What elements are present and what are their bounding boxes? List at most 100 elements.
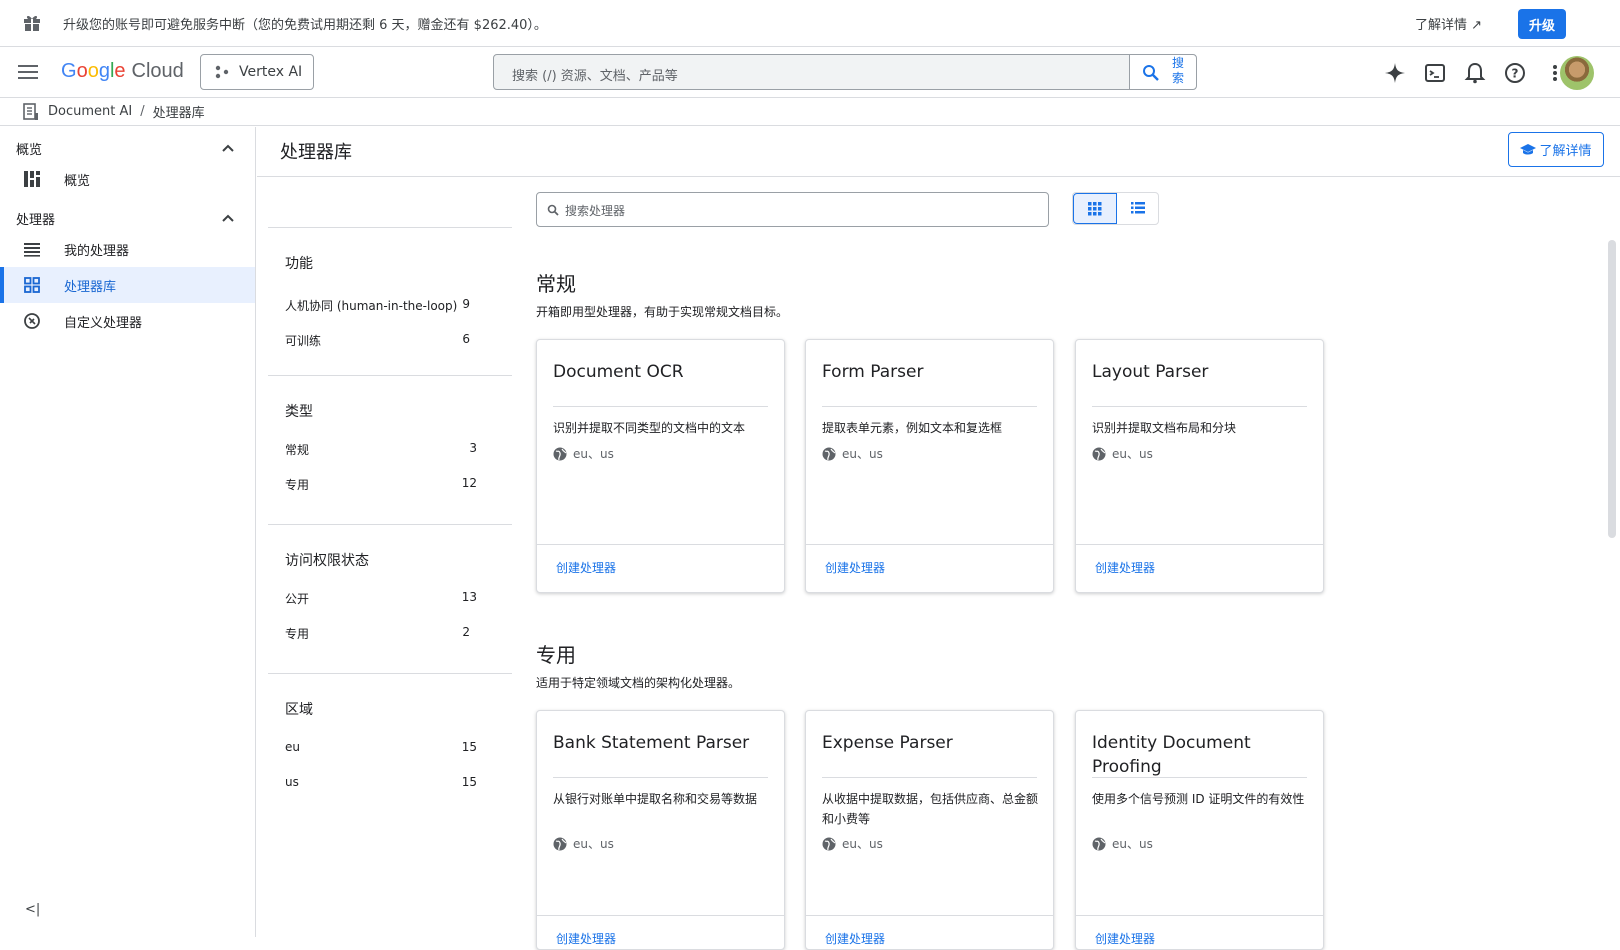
sidebar-section-overview[interactable]: 概览 (16, 139, 42, 158)
card-title: Expense Parser (822, 733, 953, 753)
filter-option-label: 常规 (285, 443, 310, 457)
divider (268, 227, 512, 228)
sidebar-item-my-processors[interactable]: 我的处理器 (0, 231, 255, 267)
sidebar-section-processors[interactable]: 处理器 (16, 209, 55, 228)
filter-option[interactable]: us 15 (285, 775, 495, 789)
google-cloud-logo[interactable]: Google Cloud (61, 60, 184, 83)
globe-icon (822, 837, 836, 850)
product-selector[interactable]: Vertex AI (200, 54, 314, 90)
global-search-input[interactable]: 搜索 (/) 资源、文档、产品等 搜索 (493, 54, 1197, 90)
processor-card[interactable]: Form Parser 提取表单元素，例如文本和复选框 eu、us 创建处理器 (805, 339, 1054, 593)
create-processor-link[interactable]: 创建处理器 (825, 559, 885, 576)
divider (268, 524, 512, 525)
processor-card[interactable]: Layout Parser 识别并提取文档布局和分块 eu、us 创建处理器 (1075, 339, 1324, 593)
create-processor-link[interactable]: 创建处理器 (1095, 559, 1155, 576)
sidebar-item-label: 处理器库 (64, 279, 117, 295)
card-description: 从银行对账单中提取名称和交易等数据 (553, 792, 758, 806)
divider (822, 406, 1037, 407)
filter-option-label: eu (285, 740, 300, 754)
divider (268, 375, 512, 376)
list-view-button[interactable] (1117, 193, 1159, 224)
create-processor-link[interactable]: 创建处理器 (1095, 930, 1155, 947)
global-search-button[interactable]: 搜索 (1129, 55, 1196, 89)
card-title: Layout Parser (1092, 362, 1209, 382)
filter-option-count: 9 (462, 297, 470, 311)
chevron-up-icon[interactable] (222, 144, 234, 152)
divider (1076, 915, 1323, 916)
divider (806, 544, 1053, 545)
card-regions: eu、us (1092, 835, 1153, 852)
filter-option-label: us (285, 775, 299, 789)
cloud-shell-icon[interactable] (1423, 61, 1447, 85)
filter-option[interactable]: 常规 3 (285, 441, 495, 458)
account-avatar[interactable] (1560, 56, 1594, 90)
gift-icon (23, 14, 41, 32)
breadcrumb-root[interactable]: Document AI (48, 104, 132, 119)
school-cap-icon (1520, 143, 1537, 156)
processor-card[interactable]: Bank Statement Parser 从银行对账单中提取名称和交易等数据 … (536, 710, 785, 950)
filter-option[interactable]: 专用 12 (285, 476, 495, 493)
logo-letter: e (114, 60, 126, 82)
vertex-ai-icon (215, 65, 229, 79)
globe-icon (1092, 837, 1106, 850)
filter-option[interactable]: eu 15 (285, 740, 495, 754)
logo-letter: G (61, 60, 77, 82)
divider (268, 673, 512, 674)
sidebar-item-label: 我的处理器 (64, 243, 130, 259)
logo-letter: o (87, 60, 99, 82)
filter-option[interactable]: 专用 2 (285, 625, 495, 642)
filter-option-count: 15 (461, 775, 477, 789)
card-regions-label: eu、us (842, 447, 883, 461)
globe-icon (1092, 447, 1106, 460)
filter-option-label: 专用 (285, 478, 310, 492)
document-ai-icon (23, 102, 39, 121)
divider (1092, 777, 1307, 778)
sidebar-item-label: 自定义处理器 (64, 315, 143, 331)
main-menu-icon[interactable] (18, 65, 38, 79)
create-processor-link[interactable]: 创建处理器 (556, 930, 616, 947)
card-description: 识别并提取不同类型的文档中的文本 (553, 421, 746, 435)
filter-option[interactable]: 人机协同 (human-in-the-loop) 9 (285, 297, 495, 314)
divider (553, 777, 768, 778)
collapse-sidebar-icon[interactable]: <| (25, 902, 40, 917)
processor-card[interactable]: Document OCR 识别并提取不同类型的文档中的文本 eu、us 创建处理… (536, 339, 785, 593)
help-icon[interactable]: ? (1503, 61, 1527, 85)
sidebar-item-processor-gallery[interactable]: 处理器库 (0, 267, 255, 303)
filter-option-count: 2 (462, 625, 470, 639)
create-processor-link[interactable]: 创建处理器 (556, 559, 616, 576)
globe-icon (822, 447, 836, 460)
list-icon (23, 240, 41, 258)
external-link-icon: ↗ (1471, 17, 1482, 33)
page-scrollbar[interactable] (1608, 240, 1616, 538)
section-desc-specialized: 适用于特定领域文档的架构化处理器。 (536, 676, 741, 690)
learn-more-label: 了解详情 (1539, 144, 1592, 159)
filter-option-label: 专用 (285, 627, 310, 641)
grid-view-button[interactable] (1073, 193, 1117, 224)
processor-card[interactable]: Expense Parser 从收据中提取数据，包括供应商、总金额和小费等 eu… (805, 710, 1054, 950)
svg-text:?: ? (1512, 67, 1519, 81)
sidebar-item-custom-processors[interactable]: 自定义处理器 (0, 303, 255, 339)
breadcrumb: Document AI / 处理器库 (0, 98, 1620, 126)
notifications-bell-icon[interactable] (1463, 61, 1487, 85)
filter-option[interactable]: 公开 13 (285, 590, 495, 607)
list-view-icon (1131, 202, 1145, 214)
banner-learn-more-link[interactable]: 了解详情 ↗ (1415, 14, 1482, 33)
gemini-spark-icon[interactable] (1383, 61, 1407, 85)
processor-card[interactable]: Identity Document Proofing 使用多个信号预测 ID 证… (1075, 710, 1324, 950)
filter-option-count: 15 (461, 740, 477, 754)
filter-option[interactable]: 可训练 6 (285, 332, 495, 349)
sidebar-item-overview[interactable]: 概览 (0, 161, 255, 197)
filter-heading: 功能 (285, 256, 313, 272)
upgrade-button[interactable]: 升级 (1517, 9, 1566, 39)
processor-search-input[interactable]: 搜索处理器 (536, 192, 1049, 227)
divider (806, 915, 1053, 916)
processor-search-placeholder: 搜索处理器 (565, 204, 626, 218)
filter-option-count: 13 (461, 590, 477, 604)
create-processor-link[interactable]: 创建处理器 (825, 930, 885, 947)
chevron-up-icon[interactable] (222, 214, 234, 222)
section-title-specialized: 专用 (536, 643, 576, 667)
card-title: Form Parser (822, 362, 924, 382)
divider (537, 915, 784, 916)
learn-more-button[interactable]: 了解详情 (1508, 132, 1604, 167)
breadcrumb-current: 处理器库 (152, 106, 205, 121)
